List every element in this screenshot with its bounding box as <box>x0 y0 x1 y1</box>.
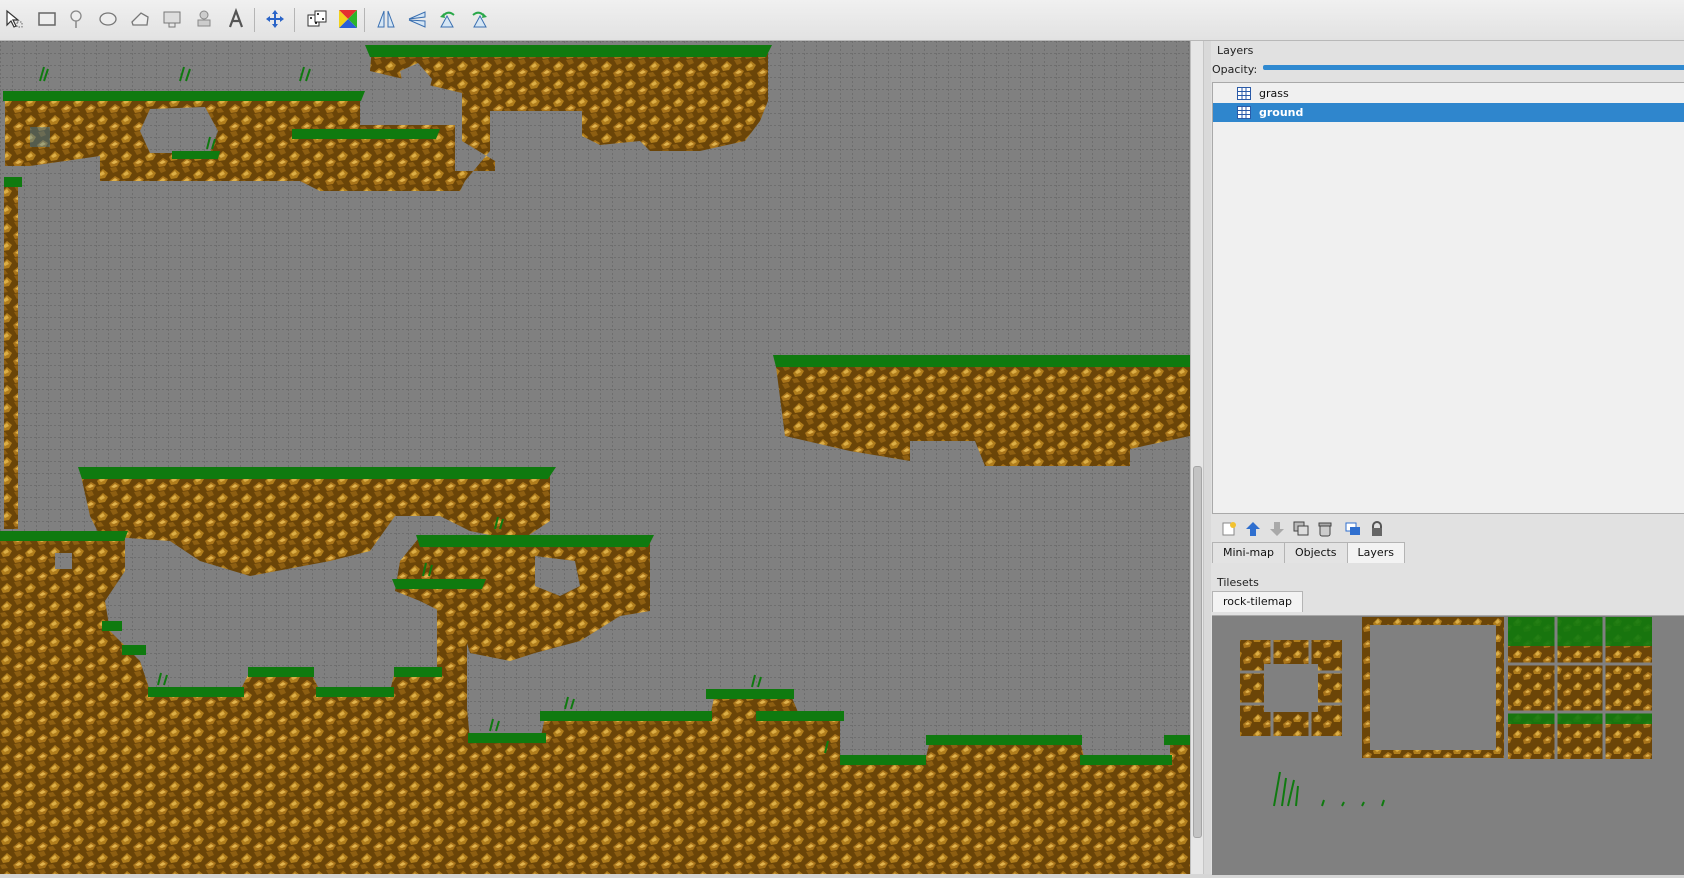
grass-strip <box>926 735 1082 745</box>
tileset-grass-cap <box>1508 617 1652 646</box>
tile-cursor <box>30 127 50 147</box>
tileset-image[interactable] <box>1212 616 1684 875</box>
layer-toolbar <box>1211 515 1684 543</box>
image-object-icon[interactable] <box>160 7 184 31</box>
tileset-tabbar: rock-tilemap <box>1212 591 1304 612</box>
rotate-left-icon[interactable] <box>436 7 460 31</box>
grass-strip <box>706 689 794 699</box>
grass-strip <box>248 667 314 677</box>
layer-row-ground[interactable]: ground <box>1213 103 1684 122</box>
grass-strip <box>756 711 844 721</box>
grass-strip <box>540 711 712 721</box>
grass-strip <box>773 355 1190 367</box>
right-dock-panel: Layers Opacity: grass ground Mini-map Ob… <box>1211 41 1684 875</box>
grass-strip <box>365 45 772 57</box>
toolbar-separator <box>364 8 365 32</box>
tab-rock-tilemap[interactable]: rock-tilemap <box>1212 591 1304 612</box>
layer-list[interactable]: grass ground <box>1212 82 1684 514</box>
tileset-frame <box>1362 617 1504 758</box>
grass-strip <box>416 535 654 547</box>
grass-strip <box>394 667 442 677</box>
lock-icon[interactable] <box>1368 520 1386 538</box>
text-icon[interactable] <box>224 7 248 31</box>
flip-vertical-icon[interactable] <box>405 7 429 31</box>
toolbar-separator <box>254 8 255 32</box>
main-toolbar <box>0 0 1684 41</box>
tab-layers[interactable]: Layers <box>1346 542 1405 563</box>
dock-tabbar: Mini-map Objects Layers <box>1212 542 1405 563</box>
layer-name: ground <box>1259 106 1304 119</box>
rock-hole <box>55 553 72 569</box>
layers-panel-title: Layers <box>1217 44 1254 57</box>
grass-strip <box>3 91 365 101</box>
grass-strip <box>148 687 244 697</box>
grass-strip <box>468 733 546 743</box>
grass-strip <box>4 177 22 187</box>
tilesets-panel-title: Tilesets <box>1217 576 1259 589</box>
show-layers-icon[interactable] <box>1344 520 1362 538</box>
rock-wall <box>4 179 18 529</box>
grass-strip <box>122 645 146 655</box>
flip-horizontal-icon[interactable] <box>374 7 398 31</box>
grass-strip <box>392 579 486 589</box>
rock-pillar <box>437 591 467 741</box>
polygon-icon[interactable] <box>128 7 152 31</box>
grass-strip <box>78 467 556 479</box>
grass-strip <box>1080 755 1172 765</box>
grass-strip <box>0 531 128 541</box>
move-layer-down-icon[interactable] <box>1268 520 1286 538</box>
tab-objects[interactable]: Objects <box>1283 542 1348 563</box>
duplicate-layer-icon[interactable] <box>1292 520 1310 538</box>
stamp-icon[interactable] <box>192 7 216 31</box>
random-dice-icon[interactable] <box>305 7 329 31</box>
map-canvas[interactable] <box>0 41 1190 874</box>
layer-name: grass <box>1259 87 1289 100</box>
opacity-label: Opacity: <box>1212 63 1258 76</box>
grass-strip <box>316 687 394 697</box>
ellipse-icon[interactable] <box>96 7 120 31</box>
tileset-grass-sprites <box>1273 771 1385 807</box>
tile-layer-icon <box>1237 106 1251 119</box>
rotate-right-icon[interactable] <box>467 7 491 31</box>
move-icon[interactable] <box>263 7 287 31</box>
grass-strip <box>292 129 440 139</box>
toolbar-separator <box>294 8 295 32</box>
tileset-grass-cap <box>1508 712 1652 724</box>
tile-layer-icon <box>1237 87 1251 100</box>
map-vertical-scrollbar[interactable] <box>1190 41 1203 874</box>
tileset-ring <box>1240 640 1342 736</box>
grass-strip <box>172 151 220 159</box>
color-square-icon[interactable] <box>336 7 360 31</box>
scrollbar-thumb[interactable] <box>1193 466 1202 838</box>
tab-mini-map[interactable]: Mini-map <box>1212 542 1285 563</box>
dock-splitter[interactable] <box>1203 41 1211 874</box>
tile-map[interactable] <box>0 41 1190 874</box>
opacity-slider[interactable] <box>1263 65 1684 70</box>
grass-strip <box>102 621 122 631</box>
rectangle-icon[interactable] <box>35 7 59 31</box>
new-layer-icon[interactable] <box>1220 520 1238 538</box>
move-layer-up-icon[interactable] <box>1244 520 1262 538</box>
tileset-view[interactable] <box>1212 615 1684 875</box>
delete-layer-icon[interactable] <box>1316 520 1334 538</box>
layer-row-grass[interactable]: grass <box>1213 84 1684 103</box>
grass-strip <box>840 755 926 765</box>
rock-hole <box>140 107 218 153</box>
select-arrow-icon[interactable] <box>2 7 26 31</box>
grass-strip <box>1164 735 1190 745</box>
pin-icon[interactable] <box>64 7 88 31</box>
